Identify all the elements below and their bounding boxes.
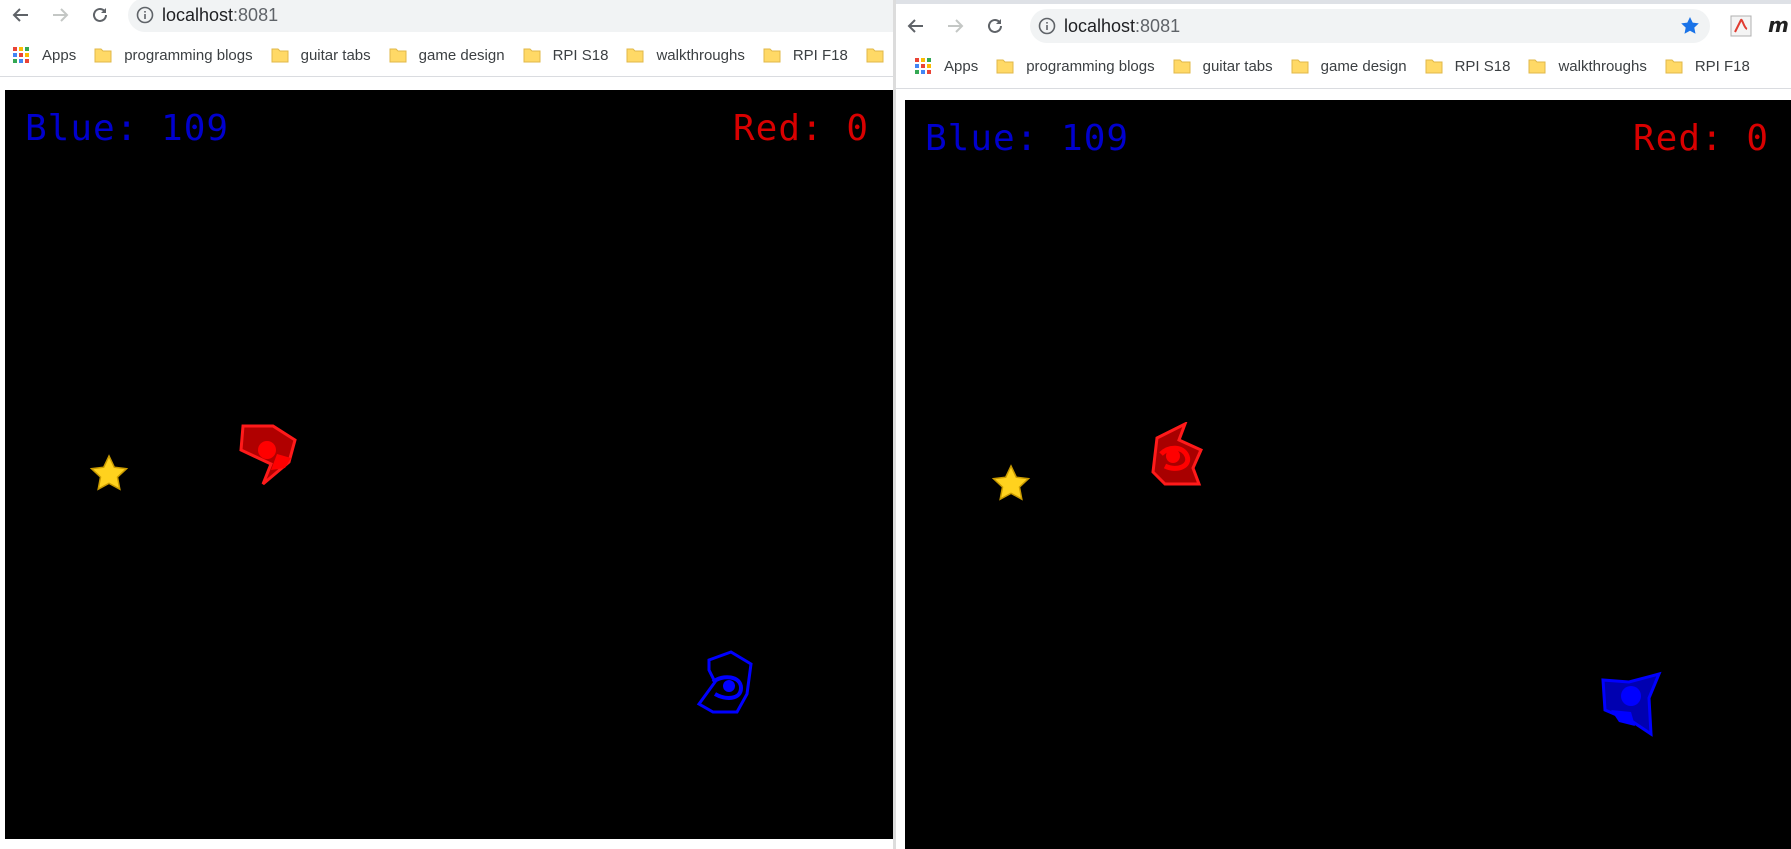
- bookmarks-bar: Apps programming blogs guitar tabs game …: [12, 40, 894, 70]
- left-browser-window: localhost:8081 Apps programming blogs gu…: [0, 0, 894, 849]
- folder-icon: [1291, 59, 1309, 74]
- apps-grid-icon: [13, 47, 29, 63]
- url-text: localhost:8081: [162, 4, 279, 25]
- toolbar: localhost:8081 m: [896, 9, 1791, 45]
- back-arrow-icon: [12, 8, 28, 22]
- bookmark-rpi-f18[interactable]: RPI F18: [1665, 57, 1750, 75]
- bookmark-star-icon[interactable]: [1680, 16, 1700, 36]
- bookmark-label: RPI S18: [552, 46, 609, 64]
- red-score: Red: 0: [1633, 118, 1770, 159]
- bookmark-label: RPI F18: [792, 46, 848, 64]
- bookmark-label: programming blogs: [1026, 57, 1155, 75]
- info-icon[interactable]: [128, 6, 162, 24]
- bookmark-rpi-s18[interactable]: RPI S18: [1425, 57, 1511, 75]
- folder-icon: [763, 48, 781, 63]
- folder-icon: [1173, 59, 1191, 74]
- bookmark-label: game design: [1320, 57, 1407, 75]
- bookmark-programming-blogs[interactable]: programming blogs: [996, 57, 1155, 75]
- blue-score: Blue: 109: [25, 108, 230, 149]
- game-canvas[interactable]: Blue: 109 Red: 0: [905, 100, 1791, 849]
- bookmark-rpi-f18[interactable]: RPI F18: [763, 46, 848, 64]
- reload-button[interactable]: [981, 12, 1009, 40]
- bookmarks-bar: Apps programming blogs guitar tabs game …: [914, 51, 1791, 81]
- folder-icon: [626, 48, 644, 63]
- bookmark-apps[interactable]: Apps: [12, 46, 76, 64]
- bookmark-label: guitar tabs: [300, 46, 371, 64]
- star-icon: [89, 454, 129, 491]
- bookmark-label: Apps: [42, 46, 77, 64]
- bookmark-walkthroughs[interactable]: walkthroughs: [626, 46, 745, 64]
- back-arrow-icon: [907, 19, 923, 33]
- red-score: Red: 0: [733, 108, 870, 149]
- pdf-extension-icon[interactable]: [1730, 15, 1752, 37]
- folder-icon: [389, 48, 407, 63]
- bookmark-label: walkthroughs: [1558, 57, 1647, 75]
- bookmark-label: guitar tabs: [1202, 57, 1273, 75]
- bookmark-guitar-tabs[interactable]: guitar tabs: [271, 46, 371, 64]
- bookmark-apps[interactable]: Apps: [914, 57, 978, 75]
- folder-icon: [523, 48, 541, 63]
- bookmark-label: programming blogs: [124, 46, 253, 64]
- folder-icon: [271, 48, 289, 63]
- forward-arrow-icon: [53, 8, 69, 22]
- folder-icon: [866, 48, 884, 63]
- bookmark-label: RPI F18: [1694, 57, 1750, 75]
- bookmark-game-design[interactable]: game design: [389, 46, 505, 64]
- reload-icon: [93, 7, 107, 22]
- folder-icon: [1425, 59, 1443, 74]
- forward-arrow-icon: [948, 19, 964, 33]
- bookmark-walkthroughs[interactable]: walkthroughs: [1528, 57, 1647, 75]
- forward-button[interactable]: [46, 1, 74, 29]
- forward-button[interactable]: [941, 12, 969, 40]
- reload-button[interactable]: [86, 1, 114, 29]
- blue-player-ship-icon: [1601, 671, 1662, 737]
- bookmark-programming-blogs[interactable]: programming blogs: [94, 46, 253, 64]
- address-bar[interactable]: localhost:8081: [1030, 9, 1710, 43]
- blue-score: Blue: 109: [925, 118, 1130, 159]
- red-player-ship-icon: [239, 424, 297, 486]
- bookmark-rpi-s18[interactable]: RPI S18: [523, 46, 609, 64]
- toolbar-divider: [896, 88, 1791, 89]
- game-canvas[interactable]: Blue: 109 Red: 0: [5, 90, 894, 839]
- folder-icon: [1665, 59, 1683, 74]
- url-text: localhost:8081: [1064, 15, 1181, 36]
- bookmark-label: RPI S18: [1454, 57, 1511, 75]
- info-icon[interactable]: [1030, 17, 1064, 35]
- bookmark-label: game design: [418, 46, 505, 64]
- folder-icon: [996, 59, 1014, 74]
- bookmark-overflow-folder[interactable]: [866, 46, 894, 64]
- folder-icon: [1528, 59, 1546, 74]
- bookmark-game-design[interactable]: game design: [1291, 57, 1407, 75]
- bookmark-label: Apps: [944, 57, 979, 75]
- window-top-edge: [896, 0, 1791, 4]
- bookmark-label: walkthroughs: [656, 46, 745, 64]
- reload-icon: [988, 18, 1002, 33]
- toolbar: localhost:8081: [0, 0, 894, 36]
- apps-grid-icon: [915, 58, 931, 74]
- right-browser-window: localhost:8081 m Apps programming blogs: [896, 0, 1791, 849]
- bookmark-guitar-tabs[interactable]: guitar tabs: [1173, 57, 1273, 75]
- star-icon: [991, 464, 1031, 501]
- toolbar-divider: [0, 76, 894, 77]
- extension-button-partial[interactable]: m: [1768, 13, 1789, 37]
- red-player-ship-icon: [1151, 422, 1203, 486]
- back-button[interactable]: [7, 1, 35, 29]
- blue-player-ship-icon: [696, 650, 753, 714]
- folder-icon: [94, 48, 112, 63]
- address-bar[interactable]: localhost:8081: [128, 0, 894, 32]
- back-button[interactable]: [902, 12, 930, 40]
